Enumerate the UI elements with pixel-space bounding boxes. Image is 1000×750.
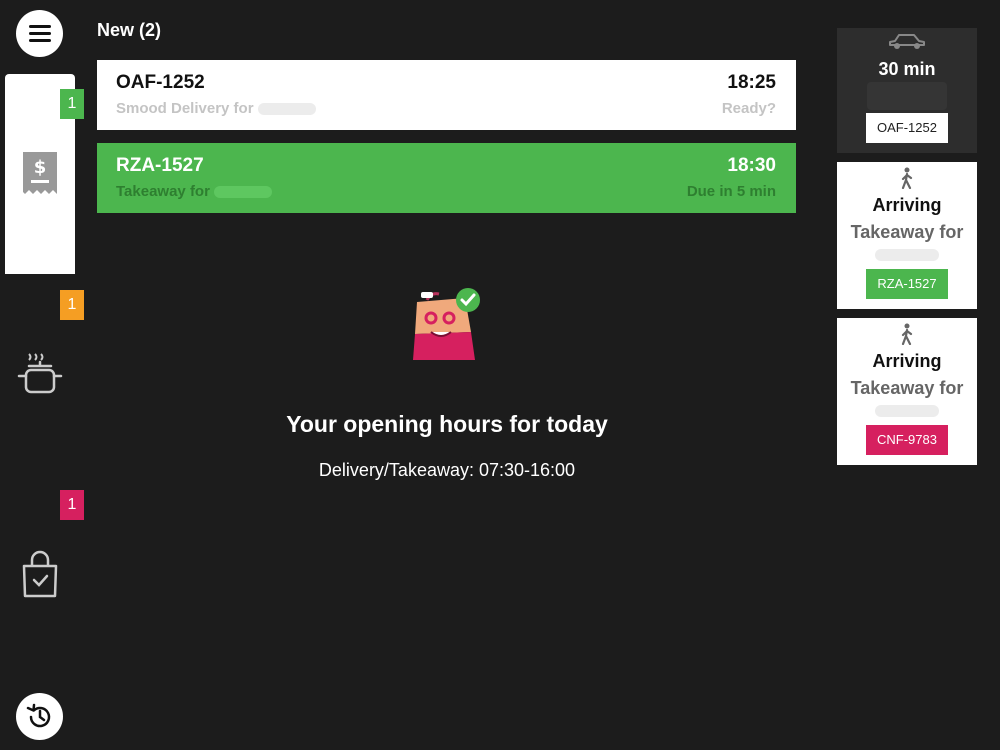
order-time: 18:25 xyxy=(727,72,776,93)
blurred-customer-name xyxy=(875,405,939,417)
order-status: Due in 5 min xyxy=(686,183,776,200)
cooking-pot-icon xyxy=(17,353,63,394)
tab-new-orders-badge: 1 xyxy=(60,89,84,119)
blurred-courier-name xyxy=(867,82,947,110)
arrival-card[interactable]: Arriving Takeaway for RZA-1527 xyxy=(837,162,977,309)
history-icon xyxy=(26,703,50,727)
menu-button[interactable] xyxy=(16,10,63,57)
blurred-customer-name xyxy=(875,249,939,261)
car-icon xyxy=(889,34,925,49)
receipt-dollar-icon: $ xyxy=(23,152,57,194)
order-status: Ready? xyxy=(721,100,776,117)
opening-hours-line: Delivery/Takeaway: 07:30-16:00 xyxy=(318,460,576,480)
arrival-card[interactable]: Arriving Takeaway for CNF-9783 xyxy=(837,318,977,465)
opening-hours-title: Your opening hours for today xyxy=(286,411,608,437)
courier-eta: 30 min xyxy=(878,59,936,79)
order-code-chip[interactable]: RZA-1527 xyxy=(866,269,948,299)
svg-text:$: $ xyxy=(34,157,47,178)
walking-person-icon xyxy=(901,167,913,190)
courier-card[interactable]: 30 min OAF-1252 xyxy=(837,28,977,153)
blurred-customer-name xyxy=(257,103,316,116)
history-button[interactable] xyxy=(16,693,63,740)
bag-check-icon xyxy=(22,550,58,598)
order-time: 18:30 xyxy=(727,155,776,176)
order-code: OAF-1252 xyxy=(116,72,205,93)
tab-in-preparation-badge: 1 xyxy=(60,290,84,320)
shopping-bag-mascot-icon xyxy=(413,288,480,360)
hamburger-icon xyxy=(28,25,51,28)
order-code-chip[interactable]: CNF-9783 xyxy=(866,425,948,455)
order-subtitle: Smood Delivery for xyxy=(116,100,254,117)
order-card[interactable]: OAF-1252 18:25 Smood Delivery for Ready? xyxy=(97,60,796,130)
order-subtitle: Takeaway for xyxy=(116,183,210,200)
order-code: RZA-1527 xyxy=(116,155,204,176)
arrival-status: Arriving xyxy=(872,351,942,371)
section-title: New (2) xyxy=(97,20,162,40)
walking-person-icon xyxy=(901,323,913,346)
arrival-label: Takeaway for xyxy=(850,378,964,398)
order-card[interactable]: RZA-1527 18:30 Takeaway for Due in 5 min xyxy=(97,143,796,213)
blurred-customer-name xyxy=(213,186,272,199)
order-code-chip[interactable]: OAF-1252 xyxy=(866,113,948,143)
arrival-label: Takeaway for xyxy=(850,222,964,242)
tab-ready-badge: 1 xyxy=(60,490,84,520)
arrival-status: Arriving xyxy=(872,195,942,215)
